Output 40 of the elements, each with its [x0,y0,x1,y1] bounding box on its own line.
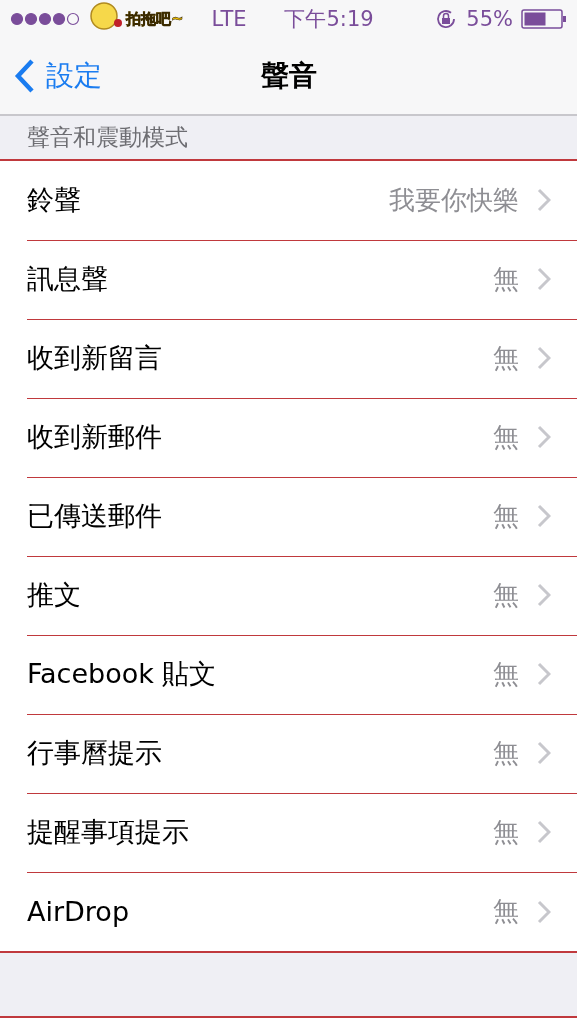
row-value: 無 [493,895,519,928]
section-header: 聲音和震動模式 [26,123,189,152]
chevron-left-icon [14,58,36,94]
network-type: LTE [211,7,247,31]
chevron-right-icon [537,425,551,449]
nav-title: 聲音 [260,58,317,94]
row-label[interactable]: 鈴聲 [27,182,371,218]
clock: 下午5:19 [284,6,374,33]
row-label[interactable]: 推文 [27,577,475,613]
row-value: 無 [493,578,519,612]
back-button[interactable]: 設定 [0,57,102,95]
row-label[interactable]: 訊息聲 [27,261,475,297]
row-label[interactable]: 提醒事項提示 [27,814,475,850]
chevron-right-icon [537,267,551,291]
row-value: 無 [493,815,519,849]
chevron-right-icon [537,662,551,686]
chevron-right-icon [537,504,551,528]
row-value: 我要你快樂 [389,183,519,217]
row-value: 無 [493,420,519,454]
battery-percent: 55% [466,7,513,31]
row-label[interactable]: Facebook 貼文 [27,656,475,692]
row-value: 無 [493,341,519,375]
row-value: 無 [493,499,519,533]
battery-icon [521,9,567,29]
chevron-right-icon [537,820,551,844]
signal-icon [10,11,80,27]
chevron-right-icon [537,899,551,924]
row-value: 無 [493,262,519,296]
row-label[interactable]: 已傳送郵件 [27,498,475,534]
row-value: 無 [493,736,519,770]
row-label[interactable]: AirDrop [27,896,475,927]
row-label[interactable]: 收到新郵件 [27,419,475,455]
chevron-right-icon [537,346,551,370]
chevron-right-icon [537,741,551,765]
carrier-logo: 拍拖吧~ [126,9,184,29]
chevron-right-icon [537,188,551,212]
row-label[interactable]: 行事曆提示 [27,735,475,771]
chevron-right-icon [537,583,551,607]
row-label[interactable]: 收到新留言 [27,340,475,376]
row-value: 無 [493,657,519,691]
